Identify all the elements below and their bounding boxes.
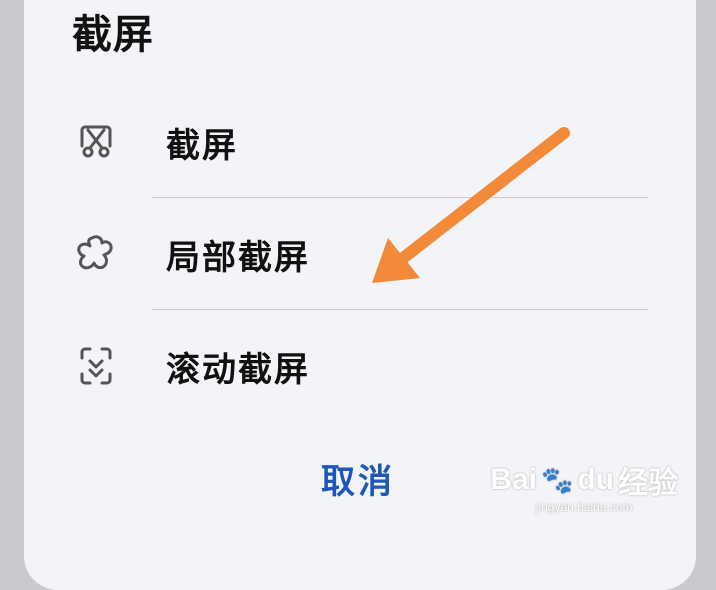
screenshot-option-label: 截屏: [166, 125, 238, 166]
scroll-screenshot-option-label: 滚动截屏: [166, 349, 310, 390]
divider: [152, 309, 648, 310]
paw-icon: 🐾: [540, 464, 574, 495]
screenshot-scissors-icon: [72, 118, 120, 166]
watermark-brand-left: Bai: [490, 463, 537, 496]
scroll-screenshot-option[interactable]: 滚动截屏: [60, 318, 660, 414]
divider: [152, 197, 648, 198]
partial-screenshot-icon: [72, 230, 120, 278]
watermark: Bai 🐾 du 经验 jingyan.baidu.com: [490, 458, 678, 514]
watermark-brand-mid: du: [577, 463, 614, 496]
screenshot-option[interactable]: 截屏: [60, 94, 660, 190]
dialog-title: 截屏: [72, 11, 154, 58]
partial-screenshot-option-label: 局部截屏: [166, 237, 310, 278]
scroll-screenshot-icon: [72, 342, 120, 390]
watermark-brand-right: 经验: [618, 467, 678, 500]
partial-screenshot-option[interactable]: 局部截屏: [60, 206, 660, 302]
watermark-url: jingyan.baidu.com: [535, 500, 633, 514]
